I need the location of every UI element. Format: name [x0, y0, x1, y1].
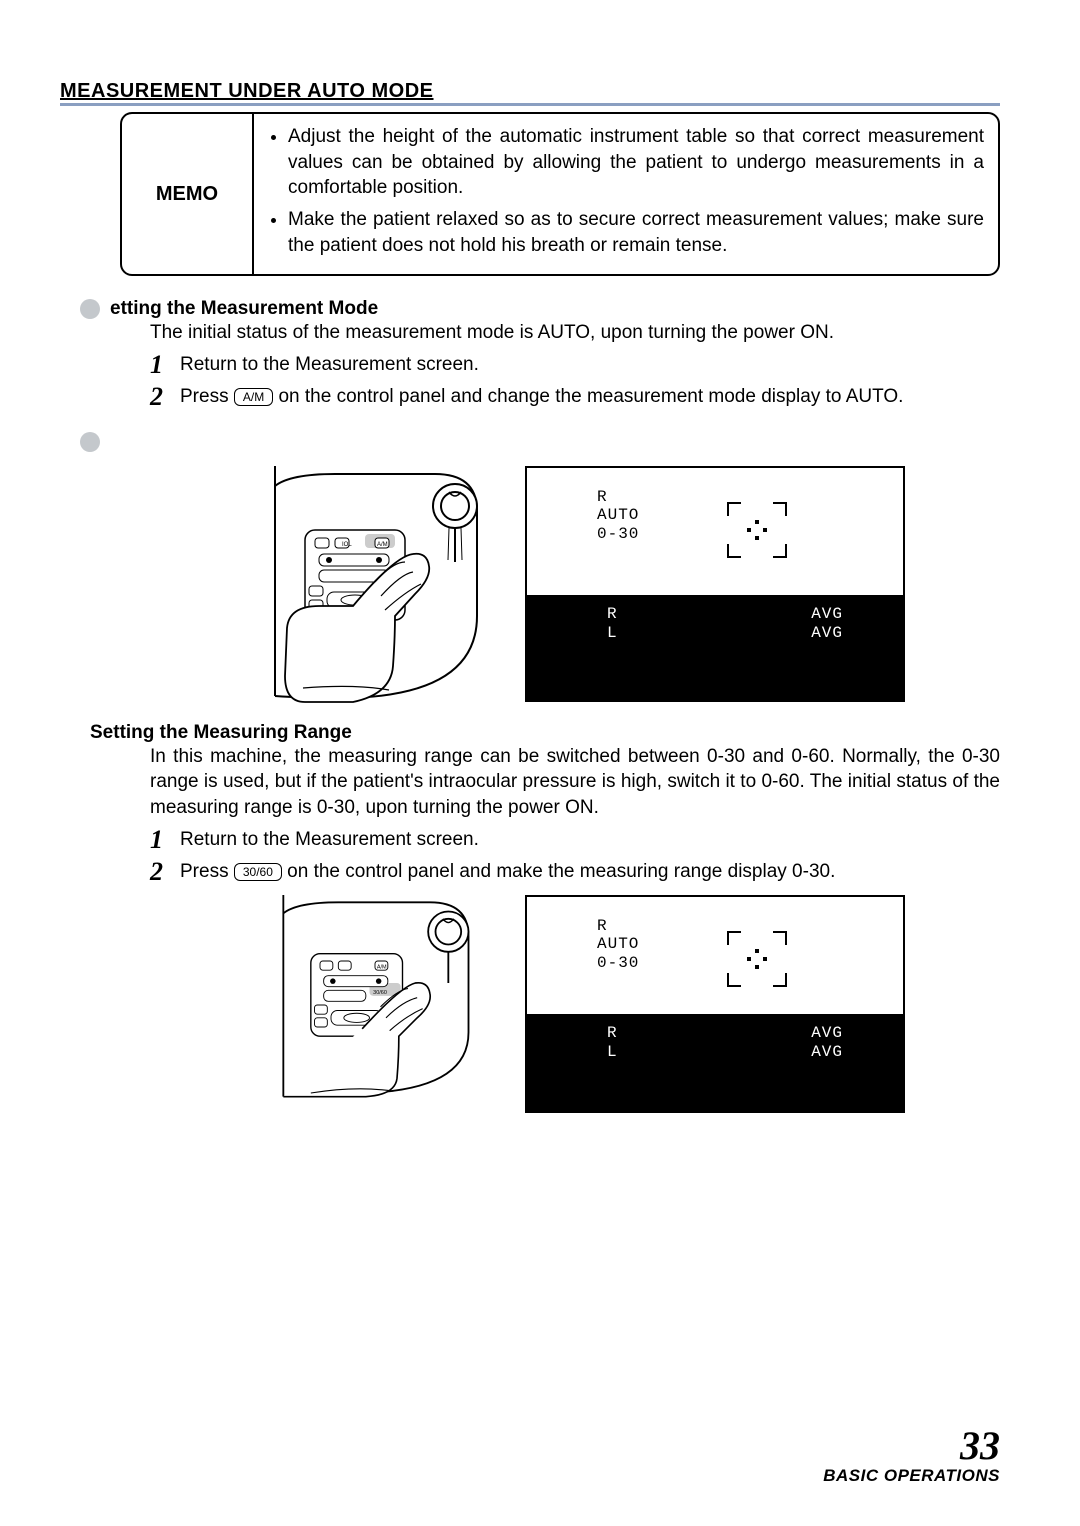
memo-box: MEMO Adjust the height of the automatic … — [120, 112, 1000, 276]
step: 2 Press 30/60 on the control panel and m… — [150, 859, 1000, 885]
section-heading: MEASUREMENT UNDER AUTO MODE — [60, 80, 1000, 106]
bullet-icon — [80, 299, 100, 319]
figure-row: IOL A/M R AUTO 0-30 — [150, 466, 1000, 706]
step-number: 2 — [150, 384, 170, 410]
screen-status-text: R AUTO 0-30 — [597, 488, 639, 543]
measurement-screen: R AUTO 0-30 R L AVG AVG — [525, 466, 905, 702]
screen-rl-label: R L — [607, 1024, 618, 1061]
screen-avg-label: AVG AVG — [811, 605, 843, 642]
screen-avg-label: AVG AVG — [811, 1024, 843, 1061]
subsection-heading: Setting the Measuring Range — [90, 722, 352, 744]
step-text: Press A/M on the control panel and chang… — [180, 384, 1000, 410]
step: 1 Return to the Measurement screen. — [150, 352, 1000, 378]
screen-status-text: R AUTO 0-30 — [597, 917, 639, 972]
step: 1 Return to the Measurement screen. — [150, 827, 1000, 853]
step-text: Press 30/60 on the control panel and mak… — [180, 859, 1000, 885]
figure-row: A/M 30/60 R AUTO 0-30 — [150, 895, 1000, 1115]
page-number: 33 — [823, 1426, 1000, 1466]
step-number: 1 — [150, 827, 170, 853]
svg-text:A/M: A/M — [377, 964, 387, 970]
svg-text:A/M: A/M — [377, 542, 388, 548]
bullet-icon — [80, 432, 100, 452]
memo-content: Adjust the height of the automatic instr… — [254, 114, 998, 274]
page-footer: 33 BASIC OPERATIONS — [823, 1426, 1000, 1486]
step-text: Return to the Measurement screen. — [180, 352, 1000, 378]
step-text: Return to the Measurement screen. — [180, 827, 1000, 853]
am-key-icon: A/M — [234, 388, 273, 406]
body-text: In this machine, the measuring range can… — [150, 744, 1000, 821]
alignment-reticle-icon — [727, 931, 787, 987]
svg-text:IOL: IOL — [342, 542, 352, 548]
measurement-screen: R AUTO 0-30 R L AVG AVG — [525, 895, 905, 1113]
control-panel-illustration: A/M 30/60 — [245, 895, 505, 1115]
range-key-icon: 30/60 — [234, 863, 282, 881]
svg-text:30/60: 30/60 — [373, 990, 387, 996]
memo-label: MEMO — [122, 114, 254, 274]
alignment-reticle-icon — [727, 502, 787, 558]
screen-rl-label: R L — [607, 605, 618, 642]
step-number: 2 — [150, 859, 170, 885]
memo-item: Adjust the height of the automatic instr… — [288, 124, 984, 201]
memo-item: Make the patient relaxed so as to secure… — [288, 207, 984, 258]
step: 2 Press A/M on the control panel and cha… — [150, 384, 1000, 410]
body-text: The initial status of the measurement mo… — [150, 320, 1000, 346]
control-panel-illustration: IOL A/M — [245, 466, 505, 706]
footer-section: BASIC OPERATIONS — [823, 1466, 1000, 1486]
step-number: 1 — [150, 352, 170, 378]
subsection-heading: etting the Measurement Mode — [110, 298, 378, 320]
